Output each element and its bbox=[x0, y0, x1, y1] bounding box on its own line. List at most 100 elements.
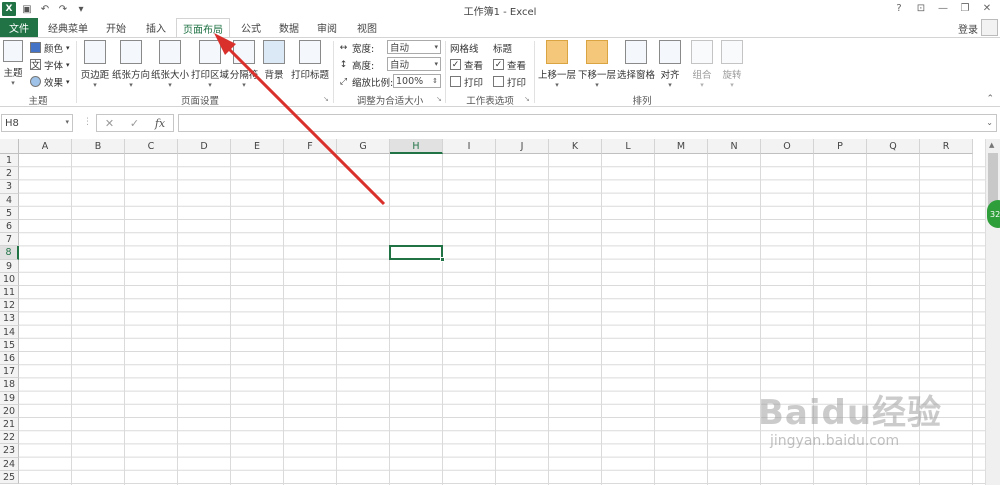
column-header-q[interactable]: Q bbox=[867, 139, 920, 154]
cancel-icon[interactable]: ✕ bbox=[105, 117, 114, 130]
row-header-10[interactable]: 10 bbox=[0, 272, 19, 286]
row-header-8[interactable]: 8 bbox=[0, 246, 19, 260]
collapse-ribbon-icon[interactable]: ⌃ bbox=[986, 94, 994, 104]
scroll-up-icon[interactable]: ▲ bbox=[989, 141, 994, 149]
selection-pane-button[interactable]: 选择窗格 bbox=[617, 40, 655, 81]
background-button[interactable]: 背景 bbox=[262, 40, 286, 81]
expand-formula-bar-icon[interactable]: ⌄ bbox=[986, 118, 993, 127]
row-header-14[interactable]: 14 bbox=[0, 325, 19, 339]
row-header-17[interactable]: 17 bbox=[0, 365, 19, 379]
formula-input[interactable]: ⌄ bbox=[178, 114, 997, 132]
column-header-m[interactable]: M bbox=[655, 139, 708, 154]
tab-home[interactable]: 开始 bbox=[98, 18, 134, 37]
headings-print-checkbox[interactable]: 打印 bbox=[493, 74, 526, 89]
row-header-20[interactable]: 20 bbox=[0, 404, 19, 418]
row-header-4[interactable]: 4 bbox=[0, 193, 19, 207]
column-header-c[interactable]: C bbox=[125, 139, 178, 154]
tab-view[interactable]: 视图 bbox=[350, 18, 384, 37]
theme-fonts-button[interactable]: 文 字体 ▾ bbox=[30, 57, 70, 72]
select-all-button[interactable] bbox=[0, 139, 19, 154]
row-header-23[interactable]: 23 bbox=[0, 444, 19, 458]
print-titles-button[interactable]: 打印标题 bbox=[291, 40, 329, 81]
minimize-button[interactable]: — bbox=[932, 1, 954, 16]
tab-file[interactable]: 文件 bbox=[0, 18, 38, 37]
column-header-j[interactable]: J bbox=[496, 139, 549, 154]
column-header-l[interactable]: L bbox=[602, 139, 655, 154]
baidu-watermark: Baidu经验 jingyan.baidu.com bbox=[758, 385, 998, 465]
size-button[interactable]: 纸张大小 ▾ bbox=[151, 40, 189, 89]
row-header-5[interactable]: 5 bbox=[0, 206, 19, 220]
column-header-g[interactable]: G bbox=[337, 139, 390, 154]
theme-effects-button[interactable]: 效果 ▾ bbox=[30, 74, 70, 89]
row-header-6[interactable]: 6 bbox=[0, 220, 19, 234]
column-header-i[interactable]: I bbox=[443, 139, 496, 154]
orientation-button[interactable]: 纸张方向 ▾ bbox=[112, 40, 150, 89]
theme-colors-button[interactable]: 颜色 ▾ bbox=[30, 40, 70, 55]
row-header-3[interactable]: 3 bbox=[0, 180, 19, 194]
margins-button[interactable]: 页边距 ▾ bbox=[80, 40, 110, 89]
breaks-button[interactable]: 分隔符 ▾ bbox=[230, 40, 258, 89]
column-header-n[interactable]: N bbox=[708, 139, 761, 154]
name-box[interactable]: H8 ▾ bbox=[1, 114, 73, 132]
column-header-a[interactable]: A bbox=[19, 139, 72, 154]
row-header-1[interactable]: 1 bbox=[0, 154, 19, 168]
restore-button[interactable]: ❐ bbox=[954, 1, 976, 16]
ribbon-display-options-icon[interactable]: ⊡ bbox=[910, 1, 932, 16]
gridlines-print-checkbox[interactable]: 打印 bbox=[450, 74, 483, 89]
row-header-25[interactable]: 25 bbox=[0, 470, 19, 484]
avatar[interactable] bbox=[981, 19, 998, 36]
row-header-12[interactable]: 12 bbox=[0, 299, 19, 313]
scale-to-fit-launcher-icon[interactable]: ↘ bbox=[436, 95, 444, 103]
row-header-21[interactable]: 21 bbox=[0, 418, 19, 432]
row-header-2[interactable]: 2 bbox=[0, 167, 19, 181]
tab-insert[interactable]: 插入 bbox=[138, 18, 174, 37]
tab-page-layout[interactable]: 页面布局 bbox=[176, 18, 230, 38]
rotate-button[interactable]: 旋转 ▾ bbox=[720, 40, 744, 89]
page-setup-launcher-icon[interactable]: ↘ bbox=[323, 95, 331, 103]
column-header-p[interactable]: P bbox=[814, 139, 867, 154]
row-header-13[interactable]: 13 bbox=[0, 312, 19, 326]
sheet-options-launcher-icon[interactable]: ↘ bbox=[524, 95, 532, 103]
close-button[interactable]: ✕ bbox=[976, 1, 998, 16]
column-header-h[interactable]: H bbox=[390, 139, 443, 154]
help-button[interactable]: ? bbox=[888, 1, 910, 16]
column-header-d[interactable]: D bbox=[178, 139, 231, 154]
scale-input[interactable]: 100% ⇕ bbox=[393, 74, 441, 88]
row-header-7[interactable]: 7 bbox=[0, 233, 19, 247]
tab-formulas[interactable]: 公式 bbox=[234, 18, 268, 37]
active-cell[interactable] bbox=[389, 245, 445, 262]
align-button[interactable]: 对齐 ▾ bbox=[658, 40, 682, 89]
sign-in-link[interactable]: 登录 bbox=[958, 21, 978, 36]
row-header-18[interactable]: 18 bbox=[0, 378, 19, 392]
column-header-f[interactable]: F bbox=[284, 139, 337, 154]
row-header-9[interactable]: 9 bbox=[0, 259, 19, 273]
tab-classic-menu[interactable]: 经典菜单 bbox=[44, 18, 92, 37]
width-select[interactable]: 自动 ▾ bbox=[387, 40, 441, 54]
row-header-16[interactable]: 16 bbox=[0, 352, 19, 366]
print-area-button[interactable]: 打印区域 ▾ bbox=[191, 40, 229, 89]
enter-icon[interactable]: ✓ bbox=[130, 117, 139, 130]
height-select[interactable]: 自动 ▾ bbox=[387, 57, 441, 71]
tab-review[interactable]: 审阅 bbox=[310, 18, 344, 37]
row-header-15[interactable]: 15 bbox=[0, 338, 19, 352]
send-backward-button[interactable]: 下移一层 ▾ bbox=[577, 40, 617, 89]
column-header-k[interactable]: K bbox=[549, 139, 602, 154]
group-button[interactable]: 组合 ▾ bbox=[690, 40, 714, 89]
themes-button[interactable]: 主题 ▾ bbox=[2, 40, 24, 87]
insert-function-icon[interactable]: fx bbox=[155, 117, 165, 130]
bring-forward-button[interactable]: 上移一层 ▾ bbox=[537, 40, 577, 89]
headings-view-checkbox[interactable]: ✓ 查看 bbox=[493, 57, 526, 72]
fill-handle[interactable] bbox=[440, 256, 445, 262]
column-header-e[interactable]: E bbox=[231, 139, 284, 154]
tab-data[interactable]: 数据 bbox=[272, 18, 306, 37]
row-header-19[interactable]: 19 bbox=[0, 391, 19, 405]
row-header-22[interactable]: 22 bbox=[0, 431, 19, 445]
row-header-11[interactable]: 11 bbox=[0, 286, 19, 300]
column-header-b[interactable]: B bbox=[72, 139, 125, 154]
gridlines-view-checkbox[interactable]: ✓ 查看 bbox=[450, 57, 483, 72]
floating-badge[interactable]: 32 bbox=[987, 200, 1000, 228]
column-header-r[interactable]: R bbox=[920, 139, 973, 154]
row-header-24[interactable]: 24 bbox=[0, 457, 19, 471]
chevron-down-icon: ▾ bbox=[700, 81, 704, 89]
column-header-o[interactable]: O bbox=[761, 139, 814, 154]
